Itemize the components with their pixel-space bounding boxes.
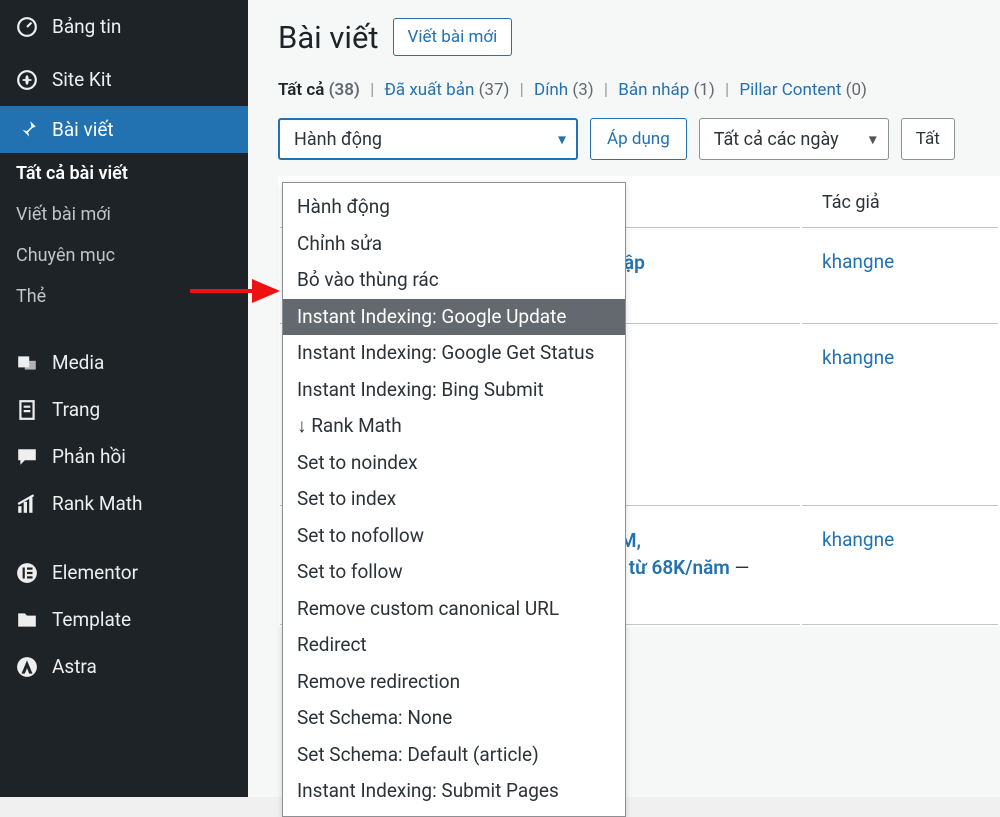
sidebar-item-label: Site Kit [52, 68, 112, 91]
bulk-action-dropdown[interactable]: Hành độngChỉnh sửaBỏ vào thùng rácInstan… [282, 182, 626, 817]
sidebar-item-dashboard[interactable]: Bảng tin [0, 0, 248, 53]
bulk-option[interactable]: Chỉnh sửa [283, 226, 625, 263]
sidebar-item-posts[interactable]: Bài viết [0, 106, 248, 153]
media-icon [16, 352, 38, 374]
sidebar-item-label: Rank Math [52, 492, 142, 515]
sidebar-item-media[interactable]: Media [0, 339, 248, 386]
bulk-option[interactable]: Hành động [283, 189, 625, 226]
rankmath-icon [16, 493, 38, 515]
sidebar-item-label: Astra [52, 655, 97, 678]
bulk-option[interactable]: Instant Indexing: Google Get Status [283, 335, 625, 372]
filter-draft[interactable]: Bản nháp (1) [618, 80, 715, 100]
sidebar-item-label: Elementor [52, 561, 138, 584]
bulk-option[interactable]: ↓ Rank Math [283, 408, 625, 445]
filter-published[interactable]: Đã xuất bản (37) [384, 80, 509, 100]
bulk-option[interactable]: Set to noindex [283, 445, 625, 482]
bulk-option[interactable]: Set Schema: None [283, 700, 625, 737]
sidebar-item-label: Bài viết [52, 118, 114, 141]
bulk-action-select[interactable]: Hành động ▾ [278, 118, 578, 160]
astra-icon [16, 656, 38, 678]
bulk-actions-toolbar: Hành động ▾ Áp dụng Tất cả các ngày ▾ Tấ… [278, 118, 1000, 160]
status-filters: Tất cả (38) | Đã xuất bản (37) | Dính (3… [278, 80, 1000, 100]
bulk-option[interactable]: Remove custom canonical URL [283, 591, 625, 628]
bulk-option[interactable]: Set to index [283, 481, 625, 518]
author-link[interactable]: khangne [822, 528, 894, 551]
column-author[interactable]: Tác giả [802, 178, 998, 228]
date-filter-select[interactable]: Tất cả các ngày ▾ [699, 118, 889, 160]
bulk-option[interactable]: Set to nofollow [283, 518, 625, 555]
dashboard-icon [16, 16, 38, 38]
category-filter-select[interactable]: Tất [901, 118, 955, 160]
filter-pillar[interactable]: Pillar Content (0) [739, 80, 867, 100]
add-new-post-button[interactable]: Viết bài mới [393, 18, 513, 56]
bulk-option[interactable]: Redirect [283, 627, 625, 664]
filter-all[interactable]: Tất cả (38) [278, 80, 360, 100]
bulk-option[interactable]: Bỏ vào thùng rác [283, 262, 625, 299]
bulk-option[interactable]: Set to follow [283, 554, 625, 591]
sidebar-item-comments[interactable]: Phản hồi [0, 433, 248, 480]
sidebar-sub-new-post[interactable]: Viết bài mới [0, 194, 248, 235]
bulk-option[interactable]: Remove redirection [283, 664, 625, 701]
sidebar-sub-categories[interactable]: Chuyên mục [0, 235, 248, 276]
bulk-option[interactable]: Instant Indexing: Submit Pages [283, 773, 625, 810]
folder-icon [16, 609, 38, 631]
page-title: Bài viết [278, 19, 379, 56]
sidebar-item-template[interactable]: Template [0, 596, 248, 643]
sidebar-item-pages[interactable]: Trang [0, 386, 248, 433]
sidebar-item-sitekit[interactable]: Site Kit [0, 53, 248, 106]
sidebar-sub-all-posts[interactable]: Tất cả bài viết [0, 153, 248, 194]
sitekit-icon [16, 69, 38, 91]
sidebar-item-label: Trang [52, 398, 100, 421]
bulk-option[interactable]: Instant Indexing: Google Update [283, 299, 625, 336]
sidebar-item-elementor[interactable]: Elementor [0, 549, 248, 596]
page-icon [16, 399, 38, 421]
sidebar-item-label: Template [52, 608, 131, 631]
bulk-option[interactable]: Instant Indexing: Bing Submit [283, 372, 625, 409]
sidebar-item-rankmath[interactable]: Rank Math [0, 480, 248, 527]
sidebar-item-astra[interactable]: Astra [0, 643, 248, 690]
filter-sticky[interactable]: Dính (3) [534, 80, 594, 100]
bulk-option[interactable]: Set Schema: Default (article) [283, 737, 625, 774]
sidebar-item-label: Bảng tin [52, 15, 121, 38]
comment-icon [16, 446, 38, 468]
pin-icon [16, 119, 38, 141]
admin-sidebar: Bảng tin Site Kit Bài viết Tất cả bài vi… [0, 0, 248, 797]
author-link[interactable]: khangne [822, 250, 894, 273]
elementor-icon [16, 562, 38, 584]
annotation-arrow [186, 276, 286, 306]
apply-button[interactable]: Áp dụng [590, 118, 687, 160]
sidebar-item-label: Media [52, 351, 104, 374]
sidebar-item-label: Phản hồi [52, 445, 126, 468]
author-link[interactable]: khangne [822, 346, 894, 369]
